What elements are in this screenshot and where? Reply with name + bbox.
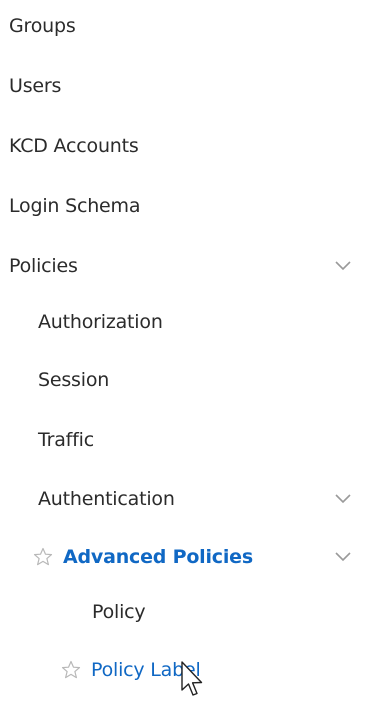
nav-item-session[interactable]: Session — [0, 360, 369, 400]
star-icon[interactable] — [61, 660, 81, 680]
nav-item-label: Policy — [92, 601, 146, 623]
chevron-down-icon[interactable] — [335, 552, 351, 562]
chevron-down-icon[interactable] — [335, 261, 351, 271]
nav-item-kcd-accounts[interactable]: KCD Accounts — [0, 126, 369, 166]
nav-item-label: Groups — [9, 15, 76, 37]
chevron-down-icon[interactable] — [335, 494, 351, 504]
nav-item-label: Session — [38, 369, 110, 391]
nav-item-authentication[interactable]: Authentication — [0, 479, 369, 519]
nav-item-label: Authorization — [38, 311, 163, 333]
nav-item-groups[interactable]: Groups — [0, 6, 369, 46]
nav-item-traffic[interactable]: Traffic — [0, 420, 369, 460]
nav-item-label: KCD Accounts — [9, 135, 139, 157]
nav-item-policies[interactable]: Policies — [0, 246, 369, 286]
nav-item-policy[interactable]: Policy — [0, 592, 369, 632]
nav-item-label: Users — [9, 75, 62, 97]
nav-item-login-schema[interactable]: Login Schema — [0, 186, 369, 226]
nav-item-authorization[interactable]: Authorization — [0, 302, 369, 342]
nav-item-label: Advanced Policies — [63, 546, 253, 568]
nav-item-label: Traffic — [38, 429, 94, 451]
nav-item-users[interactable]: Users — [0, 66, 369, 106]
navigation-tree: Groups Users KCD Accounts Login Schema P… — [0, 0, 369, 711]
nav-item-advanced-policies[interactable]: Advanced Policies — [0, 537, 369, 577]
nav-item-label: Login Schema — [9, 195, 141, 217]
nav-item-label: Authentication — [38, 488, 175, 510]
mouse-pointer-icon — [178, 660, 208, 702]
star-icon[interactable] — [33, 547, 53, 567]
nav-item-label: Policies — [9, 255, 78, 277]
